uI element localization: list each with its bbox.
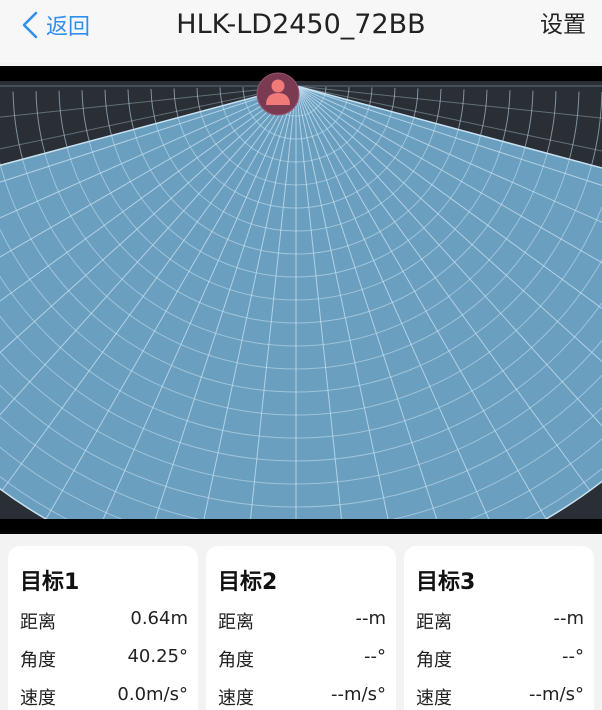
angle-value: 40.25° (127, 646, 188, 667)
distance-value: --m (553, 608, 584, 629)
distance-label: 距离 (20, 612, 56, 633)
speed-row: 速度 0.0m/s° (20, 684, 188, 710)
person-icon (256, 72, 300, 116)
radar-view (0, 66, 602, 534)
angle-row: 角度 --° (218, 646, 386, 672)
speed-label: 速度 (416, 688, 452, 709)
angle-label: 角度 (20, 650, 56, 671)
target-title: 目标1 (20, 570, 80, 595)
target-title: 目标3 (416, 570, 476, 595)
distance-row: 距离 0.64m (20, 608, 188, 634)
distance-row: 距离 --m (416, 608, 584, 634)
settings-button[interactable]: 设置 (540, 8, 586, 42)
angle-label: 角度 (218, 650, 254, 671)
distance-row: 距离 --m (218, 608, 386, 634)
target-card-3: 目标3 距离 --m 角度 --° 速度 --m/s° (404, 546, 594, 710)
angle-value: --° (562, 646, 584, 667)
page-title: HLK-LD2450_72BB (176, 9, 426, 40)
target-title: 目标2 (218, 570, 278, 595)
angle-row: 角度 40.25° (20, 646, 188, 672)
radar-fan (0, 85, 602, 519)
speed-value: --m/s° (331, 684, 386, 705)
angle-value: --° (364, 646, 386, 667)
target-card-1: 目标1 距离 0.64m 角度 40.25° 速度 0.0m/s° (8, 546, 198, 710)
speed-label: 速度 (218, 688, 254, 709)
speed-label: 速度 (20, 688, 56, 709)
radar-canvas (0, 66, 602, 534)
target-panel: 目标1 距离 0.64m 角度 40.25° 速度 0.0m/s° 目标2 距离… (0, 538, 602, 710)
distance-label: 距离 (218, 612, 254, 633)
top-bar: 返回 HLK-LD2450_72BB 设置 (0, 0, 602, 62)
distance-value: --m (355, 608, 386, 629)
distance-value: 0.64m (130, 608, 188, 629)
speed-row: 速度 --m/s° (416, 684, 584, 710)
speed-value: --m/s° (529, 684, 584, 705)
speed-value: 0.0m/s° (117, 684, 188, 705)
speed-row: 速度 --m/s° (218, 684, 386, 710)
angle-label: 角度 (416, 650, 452, 671)
target-card-2: 目标2 距离 --m 角度 --° 速度 --m/s° (206, 546, 396, 710)
distance-label: 距离 (416, 612, 452, 633)
angle-row: 角度 --° (416, 646, 584, 672)
